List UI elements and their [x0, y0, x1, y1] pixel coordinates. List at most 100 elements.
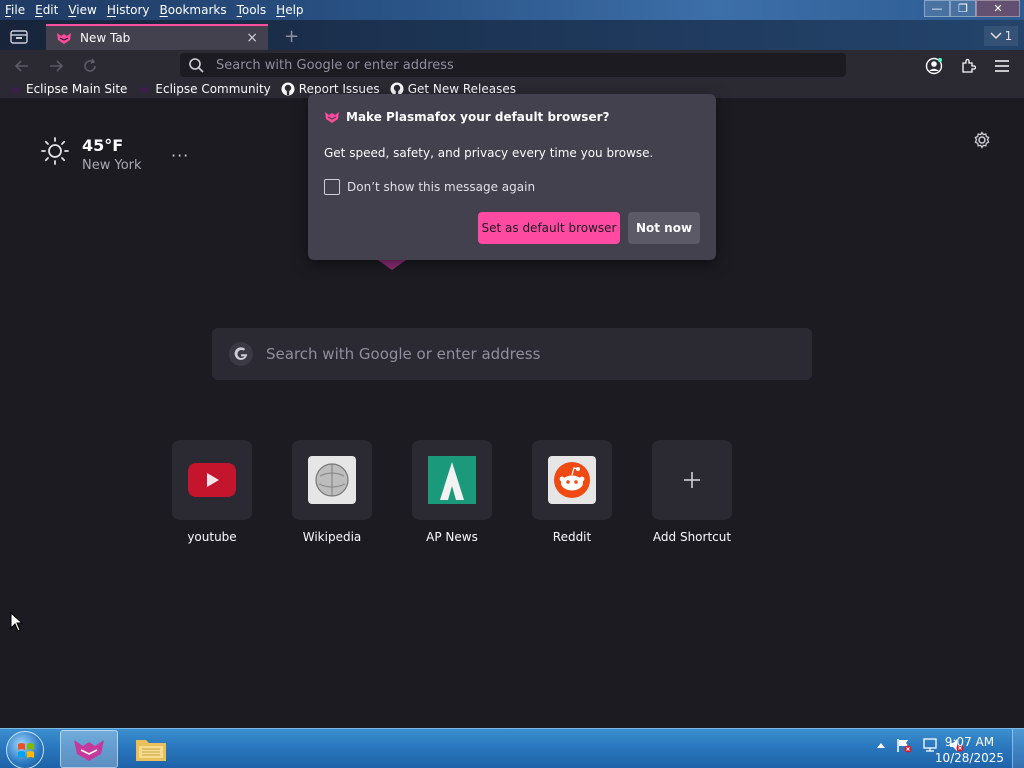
- shortcut-reddit[interactable]: Reddit: [532, 440, 612, 544]
- show-hidden-icons-icon[interactable]: [876, 741, 886, 749]
- show-desktop-button[interactable]: [1012, 729, 1024, 768]
- menu-bar: File Edit View History Bookmarks Tools H…: [0, 0, 309, 20]
- action-center-flag-icon[interactable]: [896, 737, 912, 753]
- shortcut-wikipedia[interactable]: Wikipedia: [292, 440, 372, 544]
- menu-view[interactable]: View: [63, 0, 101, 20]
- taskbar-clock[interactable]: 9:07 AM 10/28/2025: [935, 734, 1004, 766]
- navigation-toolbar: Search with Google or enter address: [0, 50, 1024, 80]
- top-sites: youtube Wikipedia AP News Reddit Add Sho…: [172, 440, 732, 544]
- reload-icon: [84, 58, 96, 72]
- menu-tools[interactable]: Tools: [232, 0, 272, 20]
- shortcut-label: Wikipedia: [302, 530, 362, 544]
- puzzle-icon: [962, 58, 976, 73]
- shortcut-tile[interactable]: [412, 440, 492, 520]
- search-icon: [189, 58, 204, 73]
- url-bar-placeholder: Search with Google or enter address: [216, 57, 454, 73]
- dialog-message: Get speed, safety, and privacy every tim…: [324, 146, 654, 160]
- folder-icon: [136, 740, 166, 761]
- new-tab-button[interactable]: +: [284, 28, 299, 46]
- menu-file[interactable]: File: [0, 0, 30, 20]
- newtab-search-box[interactable]: Search with Google or enter address: [212, 328, 812, 380]
- plasmafox-icon: [74, 740, 104, 761]
- dialog-title: Make Plasmafox your default browser?: [346, 110, 610, 124]
- dont-show-again-option[interactable]: Don’t show this message again: [324, 179, 535, 195]
- shortcut-tile[interactable]: [172, 440, 252, 520]
- bookmark-eclipse-main-site[interactable]: Eclipse Main Site: [8, 82, 127, 96]
- taskbar-file-explorer[interactable]: [122, 730, 180, 768]
- checkbox-label: Don’t show this message again: [347, 180, 536, 194]
- shortcut-ap-news[interactable]: AP News: [412, 440, 492, 544]
- plus-icon: [684, 472, 700, 488]
- apnews-icon: [428, 456, 476, 504]
- personalize-button[interactable]: [973, 131, 991, 152]
- clock-time: 9:07 AM: [944, 735, 995, 749]
- start-button[interactable]: [6, 731, 44, 768]
- window-controls: — ❐ ✕: [924, 0, 1020, 17]
- close-window-button[interactable]: ✕: [976, 0, 1020, 17]
- app-menu-button[interactable]: [991, 55, 1013, 77]
- shortcut-youtube[interactable]: youtube: [172, 440, 252, 544]
- menu-edit[interactable]: Edit: [30, 0, 63, 20]
- search-placeholder: Search with Google or enter address: [266, 345, 541, 363]
- plasmafox-icon: [325, 112, 339, 123]
- close-tab-icon[interactable]: ×: [246, 30, 258, 46]
- weather-temperature: 45°F: [82, 136, 124, 155]
- tab-count: 1: [1004, 29, 1013, 43]
- shortcut-label: Reddit: [552, 530, 592, 544]
- menu-history[interactable]: History: [102, 0, 155, 20]
- dialog-header: Make Plasmafox your default browser?: [324, 110, 609, 124]
- reload-button[interactable]: [79, 55, 101, 77]
- tab-list-button[interactable]: [7, 26, 31, 48]
- maximize-button[interactable]: ❐: [950, 0, 976, 17]
- windows-logo-icon: [18, 743, 34, 758]
- youtube-icon: [188, 463, 236, 497]
- eclipse-icon: [138, 85, 151, 94]
- dont-show-again-checkbox[interactable]: [324, 179, 340, 195]
- eclipse-icon: [9, 85, 21, 94]
- default-browser-dialog: Make Plasmafox your default browser? Get…: [308, 94, 716, 260]
- set-default-browser-button[interactable]: Set as default browser: [478, 212, 620, 244]
- tab-strip: New Tab × + 1: [0, 20, 1024, 50]
- arrow-right-icon: [50, 60, 64, 72]
- tab-new-tab[interactable]: New Tab ×: [46, 24, 268, 50]
- window-titlebar: File Edit View History Bookmarks Tools H…: [0, 0, 1024, 20]
- bookmark-eclipse-community[interactable]: Eclipse Community: [137, 82, 271, 96]
- minimize-button[interactable]: —: [924, 0, 950, 17]
- weather-options-button[interactable]: ···: [171, 146, 189, 165]
- url-bar[interactable]: Search with Google or enter address: [180, 53, 846, 77]
- wikipedia-icon: [308, 456, 356, 504]
- hamburger-menu-icon: [995, 60, 1009, 72]
- shortcut-tile[interactable]: [652, 440, 732, 520]
- forward-button[interactable]: [45, 55, 67, 77]
- taskbar: 9:07 AM 10/28/2025: [0, 728, 1024, 768]
- chevron-down-icon: [990, 32, 1002, 40]
- plasmafox-icon: [57, 33, 71, 44]
- account-button[interactable]: [923, 55, 945, 77]
- extensions-button[interactable]: [957, 55, 979, 77]
- menu-bookmarks[interactable]: Bookmarks: [155, 0, 232, 20]
- sun-icon: [41, 137, 69, 165]
- shortcut-label: AP News: [426, 530, 478, 544]
- shortcut-label: youtube: [187, 530, 237, 544]
- google-icon: [229, 342, 253, 366]
- bookmark-label: Eclipse Main Site: [26, 82, 128, 96]
- weather-widget[interactable]: 45°F New York: [40, 136, 142, 173]
- account-icon: [925, 57, 943, 75]
- mouse-cursor-icon: [10, 612, 24, 632]
- gear-icon: [974, 131, 990, 149]
- back-button[interactable]: [11, 55, 33, 77]
- weather-city: New York: [82, 158, 142, 173]
- github-icon: [281, 82, 295, 96]
- tab-title: New Tab: [80, 31, 131, 45]
- arrow-left-icon: [14, 60, 28, 72]
- shortcut-tile[interactable]: [532, 440, 612, 520]
- taskbar-plasmafox[interactable]: [60, 730, 118, 768]
- add-shortcut[interactable]: Add Shortcut: [652, 440, 732, 544]
- menu-help[interactable]: Help: [271, 0, 308, 20]
- not-now-button[interactable]: Not now: [628, 212, 700, 244]
- shortcut-label: Add Shortcut: [652, 530, 732, 544]
- bookmark-label: Eclipse Community: [155, 82, 271, 96]
- shortcut-tile[interactable]: [292, 440, 372, 520]
- clock-date: 10/28/2025: [934, 751, 1004, 765]
- tab-overflow-button[interactable]: 1: [984, 26, 1018, 46]
